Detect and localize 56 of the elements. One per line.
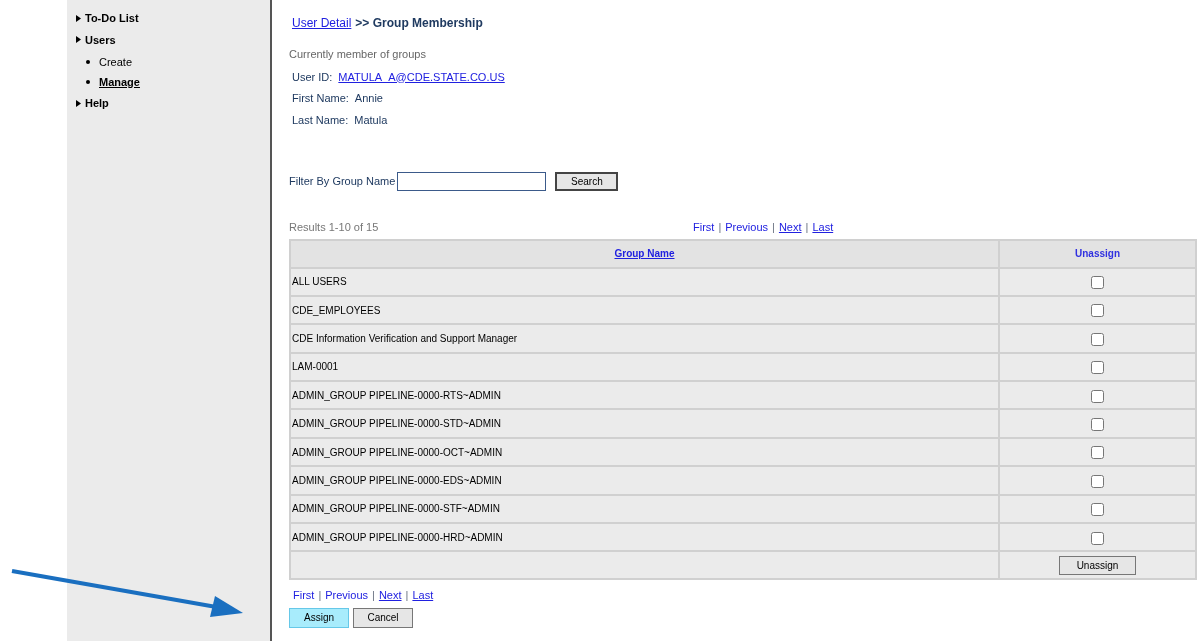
unassign-checkbox[interactable] (1091, 332, 1104, 346)
breadcrumb-current: >> Group Membership (355, 15, 483, 32)
field-label: First Name: (292, 91, 349, 106)
breadcrumb-link[interactable]: User Detail (292, 14, 352, 32)
filter-label: Filter By Group Name (289, 174, 396, 190)
pager-link[interactable]: First (693, 219, 715, 236)
pager-separator: | (405, 588, 409, 604)
unassign-checkbox[interactable] (1091, 531, 1104, 545)
cancel-button[interactable]: Cancel (353, 607, 413, 628)
pager-separator: | (805, 220, 809, 235)
sidebar-section[interactable]: Help (85, 95, 109, 112)
column-header[interactable]: Group Name (290, 239, 999, 268)
caret-right-icon (76, 14, 81, 22)
pager-separator: | (718, 220, 722, 235)
field-value: Annie (354, 91, 383, 106)
column-header[interactable]: Unassign (999, 239, 1196, 268)
pager-link[interactable]: Last (412, 587, 434, 604)
sidebar-section[interactable]: To-Do List (85, 10, 139, 27)
pager-separator: | (372, 588, 375, 604)
field-value: Matula (354, 112, 388, 128)
table-cell: CDE Information Verification and Support Manager (290, 324, 999, 353)
sidebar-item[interactable]: Create (99, 54, 133, 71)
unassign-checkbox[interactable] (1091, 361, 1104, 375)
unassign-button[interactable]: Unassign (1059, 555, 1136, 575)
field-label: User ID: (292, 69, 333, 85)
pager-link[interactable]: First (293, 587, 315, 604)
unassign-checkbox[interactable] (1091, 503, 1104, 517)
bullet-icon (86, 60, 90, 65)
results-count: Results 1-10 of 15 (289, 220, 380, 235)
pager-link[interactable]: Last (812, 219, 834, 236)
unassign-checkbox[interactable] (1091, 474, 1104, 488)
sidebar-item[interactable]: Manage (99, 73, 140, 90)
bullet-icon (86, 79, 90, 84)
unassign-checkbox[interactable] (1091, 389, 1104, 403)
table-cell: ALL USERS (290, 267, 999, 296)
unassign-checkbox[interactable] (1091, 276, 1104, 290)
section-heading: Currently member of groups (289, 47, 427, 62)
pager-separator: | (318, 588, 322, 604)
pager-separator: | (772, 220, 775, 235)
assign-button[interactable]: Assign (289, 607, 349, 628)
filter-input[interactable] (397, 172, 547, 191)
field-label: Last Name: (292, 112, 349, 128)
user-id-link[interactable]: MATULA_A@CDE.STATE.CO.US (338, 68, 505, 85)
table-cell: ADMIN_GROUP PIPELINE-0000-EDS~ADMIN (290, 466, 999, 495)
unassign-checkbox[interactable] (1091, 418, 1104, 431)
table-cell: ADMIN_GROUP PIPELINE-0000-STD~ADMIN (290, 409, 999, 438)
caret-right-icon (76, 36, 81, 44)
search-button[interactable]: Search (555, 172, 619, 191)
unassign-checkbox[interactable] (1091, 446, 1104, 460)
pager-link[interactable]: Previous (325, 587, 369, 604)
pager-link[interactable]: Next (778, 219, 802, 236)
pager-link[interactable]: Next (378, 587, 402, 604)
sidebar-section[interactable]: Users (85, 31, 116, 48)
pager-link[interactable]: Previous (725, 219, 769, 236)
caret-right-icon (76, 99, 81, 107)
unassign-checkbox[interactable] (1091, 304, 1104, 318)
